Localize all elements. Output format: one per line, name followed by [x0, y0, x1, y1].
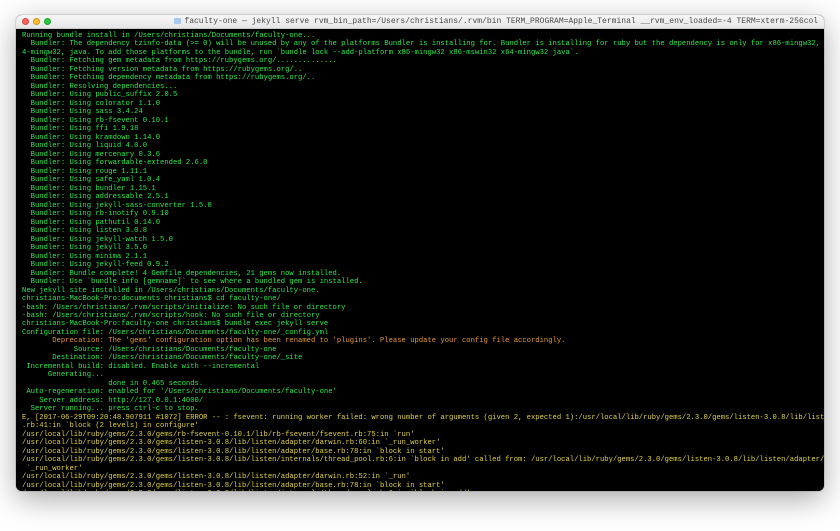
minimize-icon[interactable] [33, 18, 40, 25]
terminal-line: Source: /Users/christians/Documents/facu… [22, 346, 818, 354]
terminal-line: Generating... [22, 371, 818, 379]
terminal-line: /usr/local/lib/ruby/gems/2.3.0/gems/list… [22, 482, 818, 490]
terminal-line: christians-MacBook-Pro:documents christi… [22, 295, 818, 303]
terminal-line: New jekyll site installed in /Users/chri… [22, 287, 818, 295]
close-icon[interactable] [22, 18, 29, 25]
terminal-line: Auto-regeneration: enabled for '/Users/c… [22, 388, 818, 396]
terminal-line: Bundler: Fetching dependency metadata fr… [22, 74, 818, 82]
terminal-body[interactable]: Running bundle install in /Users/christi… [16, 29, 824, 491]
terminal-line: Destination: /Users/christians/Documents… [22, 354, 818, 362]
terminal-line: Bundler: Using rouge 1.11.1 [22, 168, 818, 176]
terminal-line: Bundler: Using jekyll-feed 0.9.2 [22, 261, 818, 269]
titlebar[interactable]: faculty-one — jekyll serve rvm_bin_path=… [16, 15, 824, 29]
terminal-line: -bash: /Users/christians/.rvm/scripts/ho… [22, 312, 818, 320]
terminal-line: E, [2017-06-29T09:20:48.907911 #1072] ER… [22, 414, 818, 422]
terminal-line: Bundler: Using jekyll-watch 1.5.0 [22, 236, 818, 244]
traffic-lights [22, 18, 51, 25]
terminal-line: Incremental build: disabled. Enable with… [22, 363, 818, 371]
terminal-line: Bundler: Using rb-inotify 0.9.10 [22, 210, 818, 218]
folder-icon [174, 18, 181, 24]
terminal-line: Bundler: Using safe_yaml 1.0.4 [22, 176, 818, 184]
terminal-line: Bundler: Using addressable 2.5.1 [22, 193, 818, 201]
terminal-line: 4-mingw32, java. To add those platforms … [22, 49, 818, 57]
terminal-line: Bundler: Using forwardable-extended 2.6.… [22, 159, 818, 167]
terminal-line: Bundler: Using liquid 4.0.0 [22, 142, 818, 150]
terminal-line: Deprecation: The 'gems' configuration op… [22, 337, 818, 345]
maximize-icon[interactable] [44, 18, 51, 25]
terminal-line: `_run_worker' [22, 465, 818, 473]
terminal-line: .rb:41:in `block (2 levels) in configure… [22, 422, 818, 430]
terminal-line: Running bundle install in /Users/christi… [22, 32, 818, 40]
terminal-line: Bundler: Using minima 2.1.1 [22, 253, 818, 261]
terminal-line: Bundler: Using kramdown 1.14.0 [22, 134, 818, 142]
terminal-window: faculty-one — jekyll serve rvm_bin_path=… [16, 15, 824, 491]
terminal-line: Server address: http://127.0.0.1:4000/ [22, 397, 818, 405]
terminal-line: /usr/local/lib/ruby/gems/2.3.0/gems/list… [22, 439, 818, 447]
terminal-line: /usr/local/lib/ruby/gems/2.3.0/gems/rb-f… [22, 431, 818, 439]
terminal-line: Server running... press ctrl-c to stop. [22, 405, 818, 413]
terminal-line: Bundler: Using pathutil 0.14.0 [22, 219, 818, 227]
terminal-line: Bundler: Using listen 3.0.8 [22, 227, 818, 235]
terminal-line: /usr/local/lib/ruby/gems/2.3.0/gems/list… [22, 456, 818, 464]
terminal-line: done in 0.465 seconds. [22, 380, 818, 388]
terminal-line: Bundler: Using jekyll 3.5.0 [22, 244, 818, 252]
terminal-line: Bundler: Fetching version metadata from … [22, 66, 818, 74]
terminal-line: Bundler: Use `bundle info [gemname]` to … [22, 278, 818, 286]
terminal-line: Bundler: Fetching gem metadata from http… [22, 57, 818, 65]
terminal-line: Bundler: Using bundler 1.15.1 [22, 185, 818, 193]
window-title: faculty-one — jekyll serve rvm_bin_path=… [184, 17, 818, 26]
terminal-line: Bundler: Using colorator 1.1.0 [22, 100, 818, 108]
terminal-line: Bundler: Using public_suffix 2.0.5 [22, 91, 818, 99]
terminal-line: /usr/local/lib/ruby/gems/2.3.0/gems/list… [22, 490, 818, 491]
terminal-line: /usr/local/lib/ruby/gems/2.3.0/gems/list… [22, 448, 818, 456]
terminal-line: Bundler: Using rb-fsevent 0.10.1 [22, 117, 818, 125]
terminal-line: /usr/local/lib/ruby/gems/2.3.0/gems/list… [22, 473, 818, 481]
terminal-line: Bundler: Resolving dependencies... [22, 83, 818, 91]
terminal-line: Bundler: Using sass 3.4.24 [22, 108, 818, 116]
terminal-line: christians-MacBook-Pro:faculty-one chris… [22, 320, 818, 328]
terminal-line: Bundler: Using mercenary 0.3.6 [22, 151, 818, 159]
terminal-line: -bash: /Users/christians/.rvm/scripts/in… [22, 304, 818, 312]
terminal-line: Bundler: Using jekyll-sass-converter 1.5… [22, 202, 818, 210]
terminal-line: Configuration file: /Users/christians/Do… [22, 329, 818, 337]
terminal-line: Bundler: Using ffi 1.9.18 [22, 125, 818, 133]
terminal-line: Bundler: Bundle complete! 4 Gemfile depe… [22, 270, 818, 278]
terminal-line: Bundler: The dependency tzinfo-data (>= … [22, 40, 818, 48]
